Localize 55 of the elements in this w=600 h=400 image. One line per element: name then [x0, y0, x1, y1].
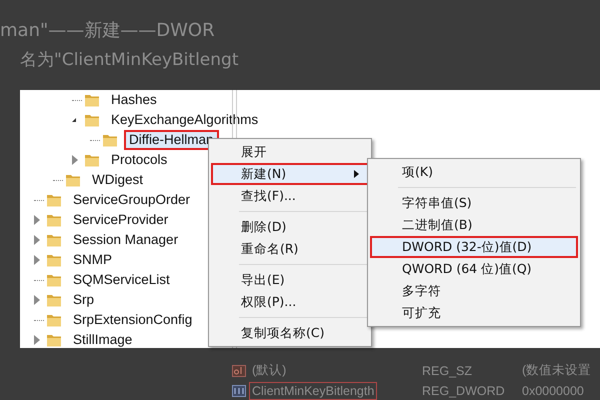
- collapsed-arrow-icon[interactable]: [34, 255, 40, 265]
- collapsed-arrow-icon[interactable]: [34, 295, 40, 305]
- value-name: ClientMinKeyBitlength: [249, 382, 378, 400]
- tree-item[interactable]: KeyExchangeAlgorithms: [106, 110, 264, 130]
- tree-item[interactable]: SQMServiceList: [68, 270, 175, 290]
- menu-item[interactable]: 导出(E): [211, 269, 369, 291]
- menu-item[interactable]: DWORD (32-位)值(D): [370, 236, 578, 258]
- collapsed-arrow-icon[interactable]: [72, 155, 78, 165]
- menu-item[interactable]: 项(K): [370, 161, 578, 183]
- menu-item[interactable]: 权限(P)...: [211, 291, 369, 313]
- menu-item[interactable]: 二进制值(B): [370, 214, 578, 236]
- folder-icon: [84, 92, 100, 108]
- tree-item[interactable]: Diffie-Hellman: [124, 130, 219, 150]
- tree-item[interactable]: ServiceGroupOrder: [68, 190, 196, 210]
- folder-icon: [46, 272, 62, 288]
- value-name: (默认): [251, 362, 288, 379]
- tree-item[interactable]: Session Manager: [68, 230, 184, 250]
- value-data: 0x0000000: [522, 384, 584, 398]
- menu-item[interactable]: 复制项名称(C): [211, 322, 369, 344]
- folder-icon: [46, 252, 62, 268]
- menu-item[interactable]: 字符串值(S): [370, 192, 578, 214]
- value-type: REG_DWORD: [422, 384, 506, 398]
- expanded-arrow-icon[interactable]: [72, 118, 76, 122]
- menu-item[interactable]: 可扩充: [370, 302, 578, 324]
- folder-icon: [46, 332, 62, 348]
- menu-item[interactable]: 新建(N): [211, 163, 369, 185]
- folder-icon: [46, 212, 62, 228]
- folder-icon: [46, 192, 62, 208]
- tree-item[interactable]: SNMP: [68, 250, 118, 270]
- collapsed-arrow-icon[interactable]: [34, 235, 40, 245]
- menu-item[interactable]: 重命名(R): [211, 238, 369, 260]
- tree-item[interactable]: Hashes: [106, 90, 162, 110]
- menu-item[interactable]: 查找(F)...: [211, 185, 369, 207]
- article-text: 名为"ClientMinKeyBitlengt: [19, 49, 240, 72]
- folder-icon: [84, 152, 100, 168]
- folder-icon: [84, 112, 100, 128]
- folder-icon: [46, 312, 62, 328]
- collapsed-arrow-icon[interactable]: [34, 215, 40, 225]
- tree-item[interactable]: StillImage: [68, 330, 138, 350]
- tree-item[interactable]: Srp: [68, 290, 100, 310]
- tree-item[interactable]: ServiceProvider: [68, 210, 174, 230]
- menu-item[interactable]: 删除(D): [211, 216, 369, 238]
- article-heading: man"——新建——DWOR: [0, 19, 216, 43]
- folder-icon: [65, 172, 81, 188]
- folder-icon: [102, 132, 118, 148]
- tree-item[interactable]: SrpExtensionConfig: [68, 310, 198, 330]
- menu-item[interactable]: 多字符: [370, 280, 578, 302]
- value-data: (数值未设置: [522, 362, 592, 379]
- collapsed-arrow-icon[interactable]: [34, 335, 40, 345]
- value-type: REG_SZ: [422, 364, 474, 378]
- menu-item[interactable]: QWORD (64 位)值(Q): [370, 258, 578, 280]
- tree-item[interactable]: Protocols: [106, 150, 172, 170]
- folder-icon: [46, 292, 62, 308]
- folder-icon: [46, 232, 62, 248]
- tree-item[interactable]: WDigest: [87, 170, 148, 190]
